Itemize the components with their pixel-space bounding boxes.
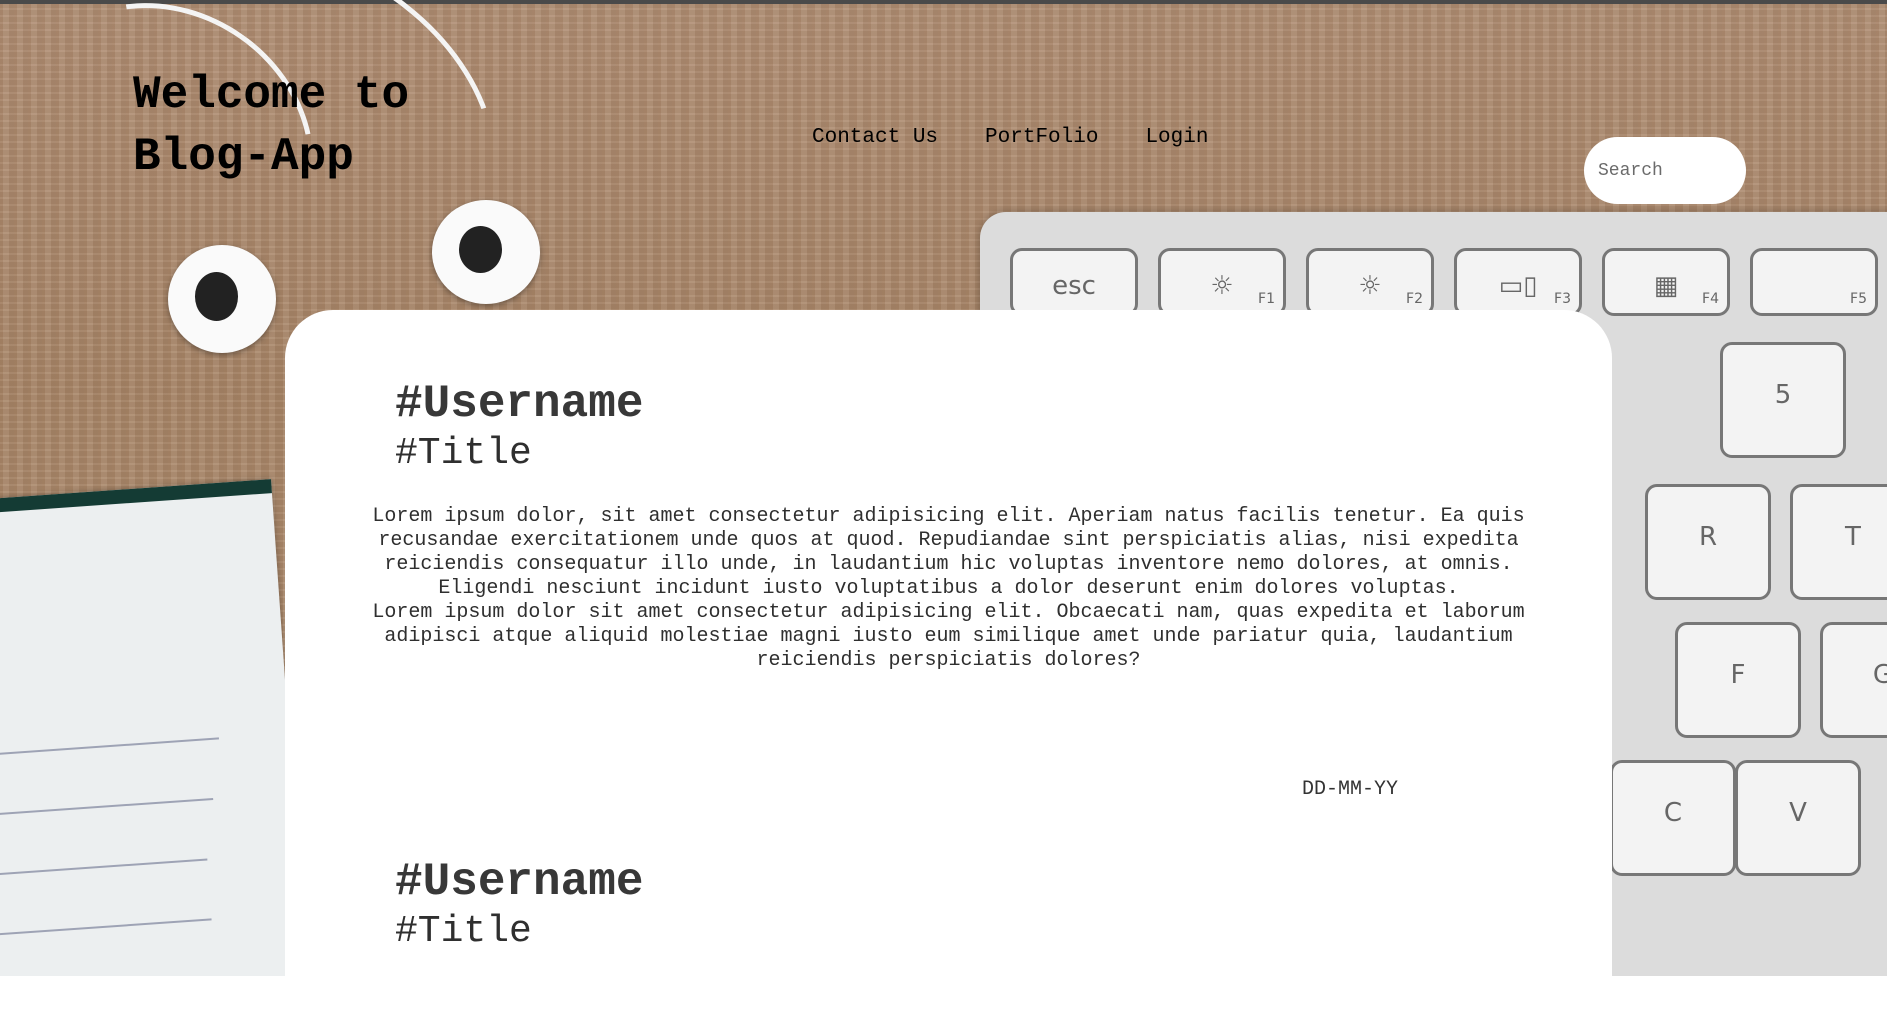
keyboard-key: F5 [1750,248,1878,316]
keyboard-key: esc [1010,248,1138,316]
keyboard-key: ▦ F4 [1602,248,1730,316]
notebook-line [0,797,214,818]
keyboard-key: V [1735,760,1861,876]
keyboard-key: ▭▯ F3 [1454,248,1582,316]
post-date: DD-MM-YY [1302,778,1399,801]
notebook-line [0,918,212,938]
earbud-right [432,200,540,304]
post-body: Lorem ipsum dolor, sit amet consectetur … [372,505,1525,672]
post-title: #Title [395,910,532,953]
notebook [0,479,309,976]
earbud-left [168,245,276,353]
keyboard-key: G [1820,622,1887,738]
post-username: #Username [395,856,644,908]
nav-link-login[interactable]: Login [1145,126,1208,149]
keyboard-key: R [1645,484,1771,600]
keyboard-key: ☼ F2 [1306,248,1434,316]
keyboard-key: T [1790,484,1887,600]
nav-link-contact-us[interactable]: Contact Us [812,126,938,149]
keyboard-key: 5 [1720,342,1846,458]
notebook-line [0,858,208,878]
keyboard-key: ☼ F1 [1158,248,1286,316]
post-username: #Username [395,378,644,430]
nav-link-portfolio[interactable]: PortFolio [985,126,1098,149]
keyboard-key: F [1675,622,1801,738]
site-title: Welcome to Blog-App [133,69,410,183]
search-input[interactable] [1584,137,1746,204]
notebook-line [0,737,220,758]
posts-card: #Username #Title Lorem ipsum dolor, sit … [285,310,1612,1010]
post-title: #Title [395,432,532,475]
main-nav: Contact Us PortFolio Login [812,126,1208,149]
keyboard-key: C [1610,760,1736,876]
